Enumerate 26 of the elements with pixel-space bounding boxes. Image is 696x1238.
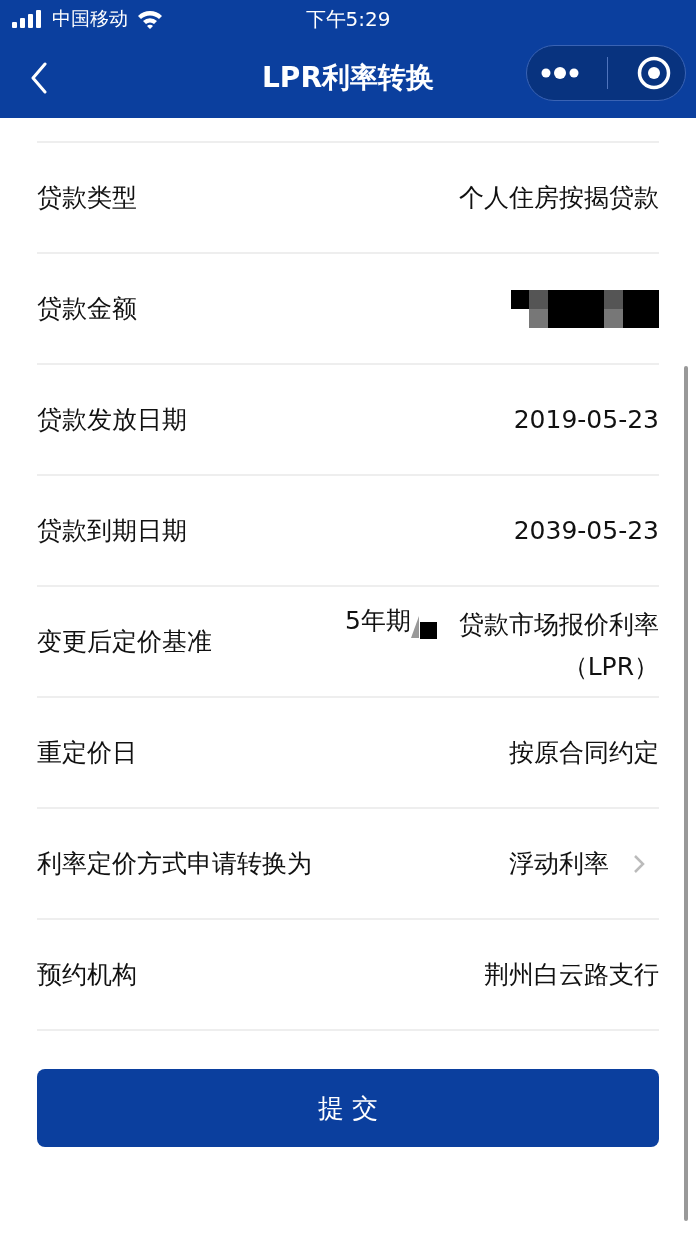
field-value: 2039-05-23 [513,516,659,545]
field-label: 贷款类型 [37,182,137,214]
field-label: 贷款到期日期 [37,515,187,547]
field-label: 贷款金额 [37,293,137,325]
field-label: 重定价日 [37,737,137,769]
signal-icon [12,10,44,28]
field-value: 荆州白云路支行 [484,959,659,991]
field-label: 利率定价方式申请转换为 [37,848,312,880]
field-value-prefix: 5年期 [345,604,411,637]
status-time: 下午5:29 [305,5,391,33]
field-value: 个人住房按揭贷款 [459,182,659,214]
carrier-name: 中国移动 [52,6,128,31]
field-label: 预约机构 [37,959,137,991]
field-label: 变更后定价基准 [37,626,212,658]
submit-button[interactable]: 提 交 [37,1069,659,1147]
page-title: LPR利率转换 [262,60,434,96]
back-icon[interactable] [30,62,48,94]
field-value: 贷款市场报价利率（LPR） [458,608,659,683]
more-icon[interactable] [541,67,580,79]
close-target-icon[interactable] [636,56,671,90]
wifi-icon [136,9,164,29]
field-value: 按原合同约定 [509,737,659,769]
rate-type-selector[interactable]: 浮动利率 [509,847,659,880]
field-value: 2019-05-23 [513,405,659,434]
field-label: 贷款发放日期 [37,404,187,436]
chevron-right-icon [633,853,645,874]
